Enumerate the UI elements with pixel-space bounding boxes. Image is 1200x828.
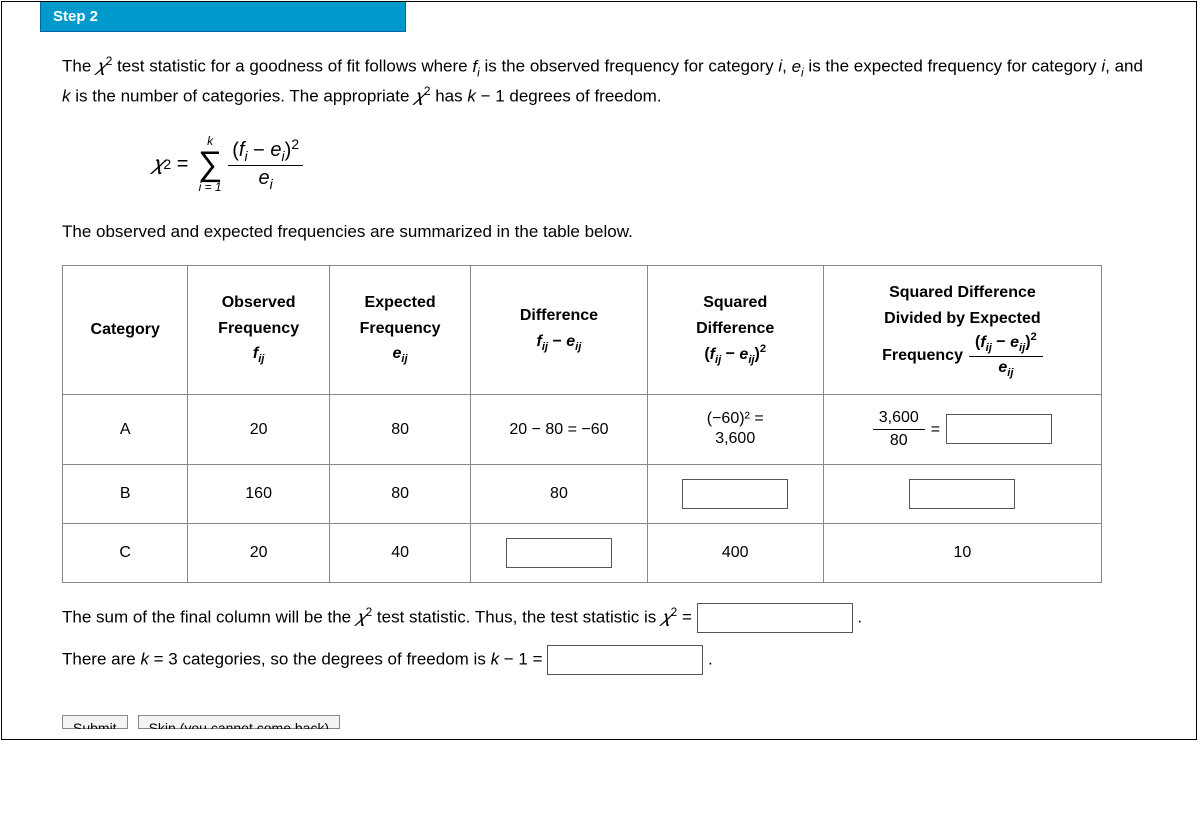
text: test statistic. Thus, the test statistic… xyxy=(372,608,661,627)
test-statistic-line: The sum of the final column will be the … xyxy=(62,603,1156,633)
table-row: C 20 40 400 10 xyxy=(63,524,1102,583)
cell-squared: 400 xyxy=(647,524,823,583)
table-row: A 20 80 20 − 80 = −60 (−60)² = 3,600 3, xyxy=(63,394,1102,465)
answer-input-b-divided[interactable] xyxy=(909,479,1015,509)
header-category: Category xyxy=(63,266,188,395)
chi-squared-symbol: 𝜒 xyxy=(661,608,671,627)
text: is the number of categories. The appropr… xyxy=(71,87,415,106)
cell-squared: (−60)² = 3,600 xyxy=(647,394,823,465)
cell-divided: 10 xyxy=(823,524,1101,583)
chi-squared-symbol: 𝜒 xyxy=(356,608,366,627)
cell-expected: 80 xyxy=(329,394,470,465)
header-squared-diff: Squared Difference (fij − eij)2 xyxy=(647,266,823,395)
header-observed: Observed Frequency fij xyxy=(188,266,329,395)
cell-category: B xyxy=(63,465,188,524)
chi-squared-formula: 𝜒2 = k ∑ i = 1 (fi − ei)2 ei xyxy=(152,135,1156,193)
submit-button[interactable]: Submit xyxy=(62,715,128,729)
header-divided: Squared Difference Divided by Expected F… xyxy=(823,266,1101,395)
text: The sum of the final column will be the xyxy=(62,608,356,627)
degrees-freedom-line: There are k = 3 categories, so the degre… xyxy=(62,645,1156,675)
answer-input-a-divided[interactable] xyxy=(946,414,1052,444)
cell-observed: 160 xyxy=(188,465,329,524)
var-k: k xyxy=(140,650,149,669)
summation-symbol: k ∑ i = 1 xyxy=(198,135,222,193)
cell-category: A xyxy=(63,394,188,465)
cell-expected: 80 xyxy=(329,465,470,524)
header-expected: Expected Frequency eij xyxy=(329,266,470,395)
text: , and xyxy=(1105,57,1143,76)
table-intro-text: The observed and expected frequencies ar… xyxy=(62,218,1156,245)
skip-button[interactable]: Skip (you cannot come back) xyxy=(138,715,341,729)
answer-input-b-squared[interactable] xyxy=(682,479,788,509)
cell-category: C xyxy=(63,524,188,583)
page-frame: Step 2 The 𝜒2 test statistic for a goodn… xyxy=(1,1,1197,740)
table-row: B 160 80 80 xyxy=(63,465,1102,524)
cell-observed: 20 xyxy=(188,524,329,583)
text: has xyxy=(430,87,467,106)
frequency-table: Category Observed Frequency fij Expected… xyxy=(62,265,1102,583)
var-k: k xyxy=(491,650,500,669)
button-row: Submit Skip (you cannot come back) xyxy=(62,715,1156,729)
text: There are xyxy=(62,650,140,669)
content-area: The 𝜒2 test statistic for a goodness of … xyxy=(2,32,1196,739)
text: is the observed frequency for category xyxy=(480,57,779,76)
text: − 1 = xyxy=(499,650,547,669)
var-i: i xyxy=(778,57,782,76)
chi-squared-symbol: 𝜒 xyxy=(152,148,163,180)
cell-squared xyxy=(647,465,823,524)
var-fi: fi xyxy=(472,57,479,76)
cell-divided xyxy=(823,465,1101,524)
answer-input-c-difference[interactable] xyxy=(506,538,612,568)
table-header-row: Category Observed Frequency fij Expected… xyxy=(63,266,1102,395)
intro-text: The 𝜒2 test statistic for a goodness of … xyxy=(62,52,1156,110)
cell-difference xyxy=(471,524,647,583)
text: = 3 categories, so the degrees of freedo… xyxy=(149,650,491,669)
text: is the expected frequency for category xyxy=(804,57,1102,76)
answer-input-df[interactable] xyxy=(547,645,703,675)
cell-expected: 40 xyxy=(329,524,470,583)
cell-divided: 3,600 80 = xyxy=(823,394,1101,465)
cell-difference: 80 xyxy=(471,465,647,524)
chi-squared-symbol: 𝜒 xyxy=(96,57,106,76)
step-header: Step 2 xyxy=(40,2,406,32)
text: The xyxy=(62,57,96,76)
var-ei: ei xyxy=(792,57,804,76)
cell-observed: 20 xyxy=(188,394,329,465)
text: test statistic for a goodness of fit fol… xyxy=(112,57,472,76)
cell-difference: 20 − 80 = −60 xyxy=(471,394,647,465)
answer-input-chi-squared[interactable] xyxy=(697,603,853,633)
formula-fraction: (fi − ei)2 ei xyxy=(228,137,303,192)
chi-squared-symbol: 𝜒 xyxy=(414,87,424,106)
var-k: k xyxy=(467,87,476,106)
header-difference: Difference fij − eij xyxy=(471,266,647,395)
text: − 1 degrees of freedom. xyxy=(476,87,662,106)
var-k: k xyxy=(62,87,71,106)
